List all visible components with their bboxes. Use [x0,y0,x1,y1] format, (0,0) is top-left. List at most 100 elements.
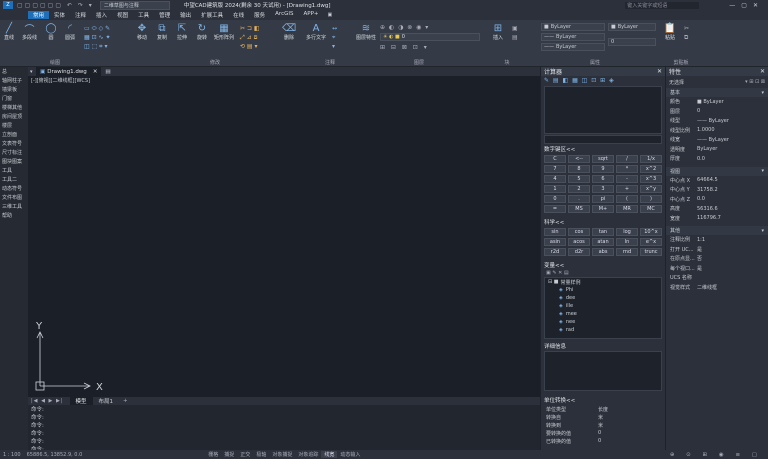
tab-8[interactable]: 扩展工具 [196,11,228,19]
window-controls[interactable]: —▢✕ [729,2,764,9]
viewport-label[interactable]: [-][俯视][二维线框][WCS] [31,77,90,84]
calc-key[interactable]: MS [568,205,590,213]
calc-key[interactable]: / [616,155,638,163]
tab-9[interactable]: 在线 [228,11,249,19]
unit-row[interactable]: 要转换的值 0 [541,429,665,437]
left-panel-item[interactable]: 尺寸标注 [0,148,28,157]
calc-key[interactable]: tan [592,228,614,236]
quick-select-icons[interactable]: ▾ ⊞ ⊡ ⊠ [745,79,765,85]
tab-model[interactable]: 模型 [69,397,93,405]
status-toggle[interactable]: 动态输入 [337,451,363,458]
calc-key[interactable]: 9 [592,165,614,173]
quick-access-toolbar[interactable]: ▢▢▢▢▢▢ ↶ ↷ ▾ [17,2,94,9]
variable-item[interactable]: ◈ Phi [545,286,661,294]
tab-2[interactable]: 注释 [70,11,91,19]
left-panel-item[interactable]: 轴网柱子 [0,76,28,85]
new-tab-icon[interactable]: ▤ [105,69,110,75]
left-panel-item[interactable]: 立剖面 [0,130,28,139]
insert-block-button[interactable]: ⊞ 插入 [492,22,504,42]
vars-group[interactable]: ⊟ ■ 常量样例 [545,278,661,286]
status-toggle[interactable]: 正交 [237,451,253,458]
property-row[interactable]: 注释比例 1:1 [666,235,768,245]
property-row[interactable]: UCS 名称 [666,273,768,283]
property-row[interactable]: 线宽 —— ByLayer [666,135,768,145]
calc-key[interactable]: 4 [544,175,566,183]
line-button[interactable]: ╱ 直线 [3,22,15,42]
calc-key[interactable]: x^y [640,185,662,193]
calc-key[interactable]: MC [640,205,662,213]
tab-1[interactable]: 实体 [49,11,70,19]
scale-readout[interactable]: 1 : 100 [0,452,24,458]
arc-button[interactable]: ◜ 圆弧 [64,22,76,42]
stretch-button[interactable]: ⇱ 拉伸 [176,22,188,42]
calc-key[interactable]: 10^x [640,228,662,236]
calc-key[interactable]: log [616,228,638,236]
layer-state-icons[interactable]: ⊕ ◐ ◑ ⊗ ◉ ▾ [380,24,429,31]
calc-key[interactable]: sqrt [592,155,614,163]
calc-key[interactable]: cos [568,228,590,236]
left-panel-item[interactable]: 墙梁板 [0,85,28,94]
block-tools[interactable]: ▣ ▤ [512,24,518,42]
modify-small-tools[interactable]: ✂ ⊐ ◧ ⤢ ⊿ ⧈ ⟲ ▤ ▾ [240,24,280,51]
variable-item[interactable]: ◈ mee [545,310,661,318]
number-keys-title[interactable]: 数字键区<< [541,144,665,154]
vars-title[interactable]: 变量<< [541,260,665,270]
left-panel-item[interactable]: 文表符号 [0,139,28,148]
tab-10[interactable]: 服务 [249,11,270,19]
calc-key[interactable]: r2d [544,248,566,256]
sci-keys-title[interactable]: 科学<< [541,217,665,227]
basic-group[interactable]: 基本 ▾ [666,88,768,97]
move-button[interactable]: ✥ 移动 [136,22,148,42]
erase-button[interactable]: ⌫ 删除 [282,22,296,42]
calc-key[interactable]: 5 [568,175,590,183]
color-select[interactable]: ■ ByLayer [541,23,605,31]
calc-key[interactable]: MR [616,205,638,213]
property-row[interactable]: 颜色 ■ ByLayer [666,97,768,107]
rotate-button[interactable]: ↻ 旋转 [196,22,208,42]
unit-row[interactable]: 转换自 米 [541,413,665,421]
calc-key[interactable]: 1 [544,185,566,193]
status-tray-icons[interactable]: ⊕ ⊙ ⊞ ◉ ≡ ▢ [670,452,762,458]
left-panel-item[interactable]: 工具二 [0,175,28,184]
linetype-select[interactable]: —— ByLayer [541,33,605,41]
unit-row[interactable]: 转换到 米 [541,421,665,429]
plotstyle-select[interactable]: ■ ByLayer [608,23,656,31]
copy-button[interactable]: ⧉ 复制 [156,22,168,42]
left-panel-item[interactable]: 图块图案 [0,157,28,166]
rect-array-button[interactable]: ▦ 矩形阵列 [214,22,234,42]
left-panel-item[interactable]: 帮助 [0,211,28,220]
property-row[interactable]: 中心点 Y 31758.2 [666,185,768,195]
draw-small-tools[interactable]: ▭ ⬭ ◇ ✎ ▦ ⊡ ∿ ✦ ◫ ⬚ ⌗ ▾ [84,24,132,51]
tab-layout1[interactable]: 布局1 [93,397,120,405]
units-title[interactable]: 单位转换<< [541,395,665,405]
doc-tab-drawing1[interactable]: ▣ Drawing1.dwg ✕ [36,67,102,76]
calc-key[interactable]: - [616,175,638,183]
property-row[interactable]: 图层 0 [666,107,768,117]
variable-item[interactable]: ◈ dee [545,294,661,302]
property-row[interactable]: 在原点显... 否 [666,254,768,264]
property-row[interactable]: 打开 UC... 是 [666,245,768,255]
status-toggle[interactable]: 对象捕捉 [269,451,295,458]
calc-key[interactable]: x^3 [640,175,662,183]
vars-toolbar[interactable]: ▣ ✎ ✕ ▤ [541,270,665,277]
tab-3[interactable]: 插入 [91,11,112,19]
layer-tools[interactable]: ⊞ ⊟ ⊠ ⊡ ▾ [380,44,429,51]
property-row[interactable]: 线型 —— ByLayer [666,116,768,126]
calc-key[interactable]: 0 [544,195,566,203]
property-row[interactable]: 中心点 X 64664.5 [666,176,768,186]
calc-input-area[interactable] [544,86,662,134]
calc-key[interactable]: e^x [640,238,662,246]
workspace-select[interactable]: 二维草图与注释 [99,0,170,10]
misc-group[interactable]: 其他 ▾ [666,226,768,235]
property-row[interactable]: 线型比例 1.0000 [666,126,768,136]
add-layout-icon[interactable]: + [123,398,128,404]
calc-key[interactable]: ln [616,238,638,246]
selection-select[interactable]: 无选择 ▾ ⊞ ⊡ ⊠ [669,78,765,86]
calc-key[interactable]: d2r [568,248,590,256]
left-panel-item[interactable]: 楼层 [0,121,28,130]
close-tab-icon[interactable]: ✕ [93,69,98,75]
calc-key[interactable]: 6 [592,175,614,183]
left-panel-item[interactable]: 房间屋顶 [0,112,28,121]
tab-0[interactable]: 常用 [28,11,50,19]
calc-display[interactable] [544,135,662,144]
